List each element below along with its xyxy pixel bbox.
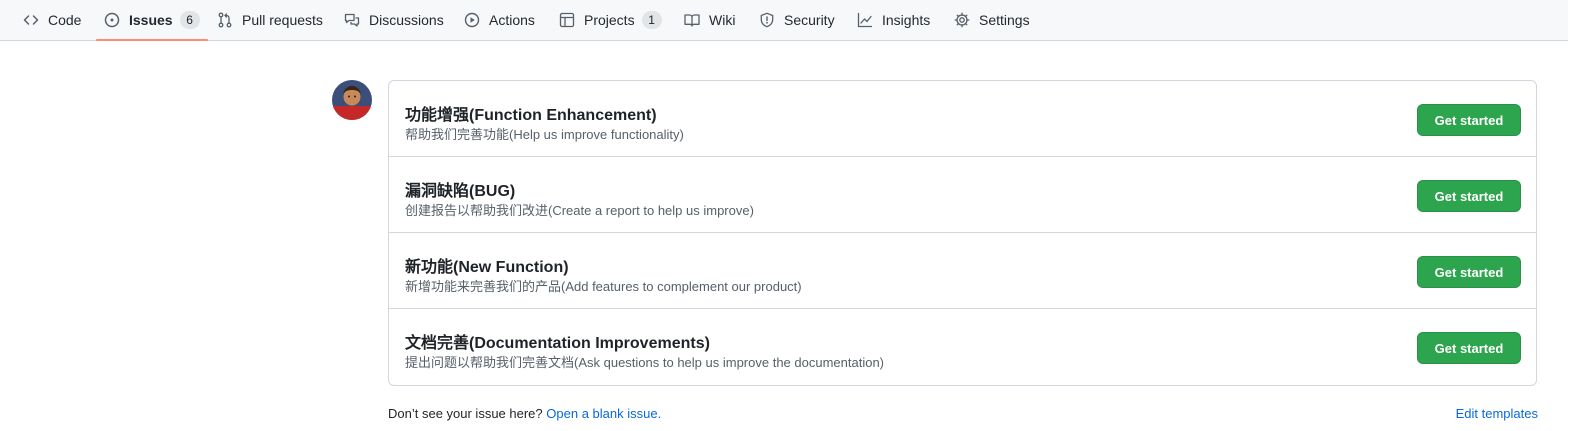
tab-label: Actions xyxy=(489,12,535,28)
issue-opened-icon xyxy=(104,12,120,28)
tab-pull-requests[interactable]: Pull requests xyxy=(217,0,323,40)
tab-code[interactable]: Code xyxy=(23,0,81,40)
shield-icon xyxy=(759,12,775,28)
edit-templates-link[interactable]: Edit templates xyxy=(1456,406,1538,421)
tab-discussions[interactable]: Discussions xyxy=(344,0,444,40)
template-description: 提出问题以帮助我们完善文档(Ask questions to help us i… xyxy=(405,355,885,370)
issue-template-list: 功能增强(Function Enhancement) 帮助我们完善功能(Help… xyxy=(388,80,1537,386)
tab-label: Issues xyxy=(129,12,173,28)
template-description: 帮助我们完善功能(Help us improve functionality) xyxy=(405,127,684,142)
repo-nav: Code Issues 6 Pull requests Discussions … xyxy=(0,0,1568,41)
issue-template-row: 漏洞缺陷(BUG) 创建报告以帮助我们改进(Create a report to… xyxy=(389,157,1536,233)
gear-icon xyxy=(954,12,970,28)
template-description: 新增功能来完善我们的产品(Add features to complement … xyxy=(405,279,802,294)
comment-discussion-icon xyxy=(344,12,360,28)
table-icon xyxy=(559,12,575,28)
tab-label: Discussions xyxy=(369,12,444,28)
projects-count-badge: 1 xyxy=(641,11,662,29)
tab-projects[interactable]: Projects 1 xyxy=(559,0,662,40)
footer-prompt-text: Don’t see your issue here? xyxy=(388,406,543,421)
git-pull-request-icon xyxy=(217,12,233,28)
issue-template-row: 文档完善(Documentation Improvements) 提出问题以帮助… xyxy=(389,309,1536,385)
tab-security[interactable]: Security xyxy=(759,0,835,40)
tab-actions[interactable]: Actions xyxy=(464,0,535,40)
tab-label: Code xyxy=(48,12,82,28)
get-started-button[interactable]: Get started xyxy=(1417,332,1521,364)
book-icon xyxy=(684,12,700,28)
tab-label: Insights xyxy=(882,12,931,28)
get-started-button[interactable]: Get started xyxy=(1417,256,1521,288)
footer-prompt: Don’t see your issue here? Open a blank … xyxy=(388,406,661,421)
template-title: 文档完善(Documentation Improvements) xyxy=(405,335,710,352)
issues-count-badge: 6 xyxy=(179,11,200,29)
tab-label: Wiki xyxy=(709,12,736,28)
get-started-button[interactable]: Get started xyxy=(1417,104,1521,136)
template-description: 创建报告以帮助我们改进(Create a report to help us i… xyxy=(405,203,754,218)
template-title: 新功能(New Function) xyxy=(405,259,569,276)
issue-template-row: 新功能(New Function) 新增功能来完善我们的产品(Add featu… xyxy=(389,233,1536,309)
get-started-button[interactable]: Get started xyxy=(1417,180,1521,212)
tab-label: Settings xyxy=(979,12,1030,28)
tab-issues[interactable]: Issues 6 xyxy=(96,0,208,41)
tab-settings[interactable]: Settings xyxy=(954,0,1030,40)
graph-icon xyxy=(857,12,873,28)
template-title: 功能增强(Function Enhancement) xyxy=(405,107,657,124)
code-icon xyxy=(23,12,39,28)
tab-label: Pull requests xyxy=(242,12,323,28)
open-blank-issue-link[interactable]: Open a blank issue. xyxy=(546,406,661,421)
tab-label: Security xyxy=(784,12,835,28)
tab-label: Projects xyxy=(584,12,635,28)
avatar xyxy=(332,80,372,120)
issue-template-row: 功能增强(Function Enhancement) 帮助我们完善功能(Help… xyxy=(389,81,1536,157)
template-title: 漏洞缺陷(BUG) xyxy=(405,183,516,200)
tab-wiki[interactable]: Wiki xyxy=(684,0,735,40)
tab-insights[interactable]: Insights xyxy=(857,0,930,40)
play-icon xyxy=(464,12,480,28)
